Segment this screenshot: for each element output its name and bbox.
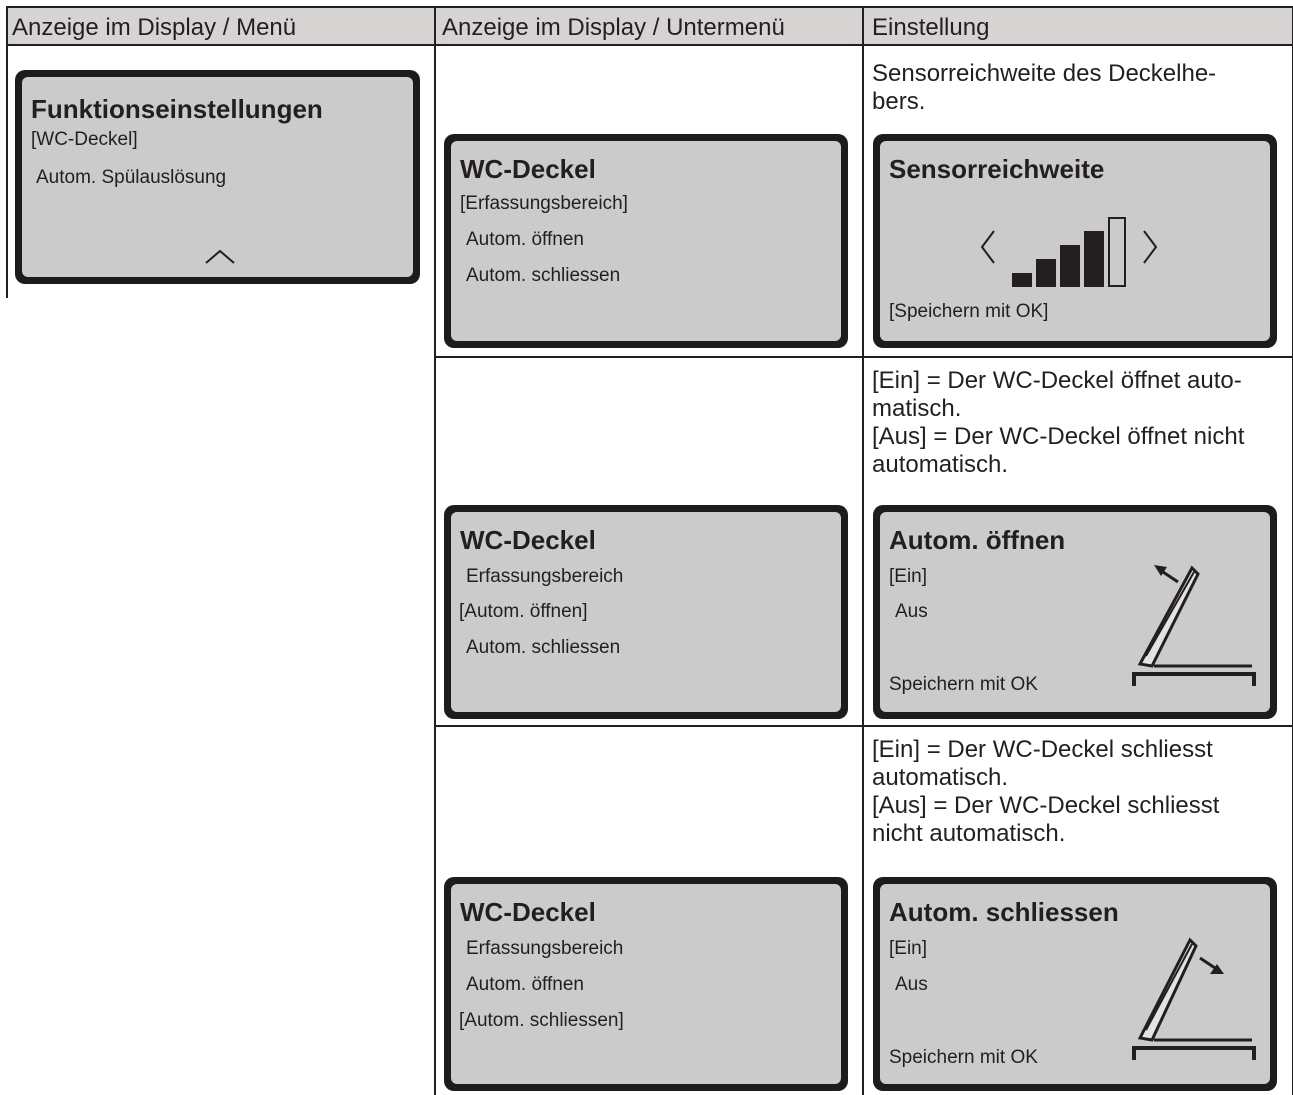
save-hint: Speichern mit OK <box>889 1047 1038 1068</box>
display-title: Funktionseinstellungen <box>31 94 323 124</box>
submenu-item: Erfassungsbereich <box>466 566 624 587</box>
submenu-display: WC-Deckel Erfassungsbereich Autom. öffne… <box>444 877 848 1091</box>
column-header-submenu: Anzeige im Display / Untermenü <box>442 14 785 41</box>
display-title: Autom. schliessen <box>889 897 1119 927</box>
display-title: WC-Deckel <box>460 897 596 927</box>
submenu-item-selected: [Erfassungsbereich] <box>460 193 628 214</box>
setting-description: [Ein] = Der WC-Deckel öffnet auto- matis… <box>872 367 1245 478</box>
setting-display: Autom. schliessen [Ein] Aus Speichern mi… <box>873 877 1277 1091</box>
column-divider <box>862 6 864 1095</box>
main-menu-display: Funktionseinstellungen [WC-Deckel] Autom… <box>15 70 420 284</box>
display-title: WC-Deckel <box>460 154 596 184</box>
sensor-range-level-indicator <box>980 217 1158 287</box>
submenu-item: Erfassungsbereich <box>466 938 624 959</box>
display-title: Autom. öffnen <box>889 525 1066 555</box>
submenu-item: Autom. schliessen <box>466 637 621 658</box>
chevron-up-icon <box>205 249 235 264</box>
setting-display: Sensorreichweite [Speichern mit OK] <box>873 134 1277 348</box>
lid-opening-icon <box>1132 565 1256 686</box>
option: Aus <box>895 974 928 995</box>
column-header-menu: Anzeige im Display / Menü <box>12 14 297 41</box>
table-header-border <box>6 44 1293 46</box>
submenu-display: WC-Deckel [Erfassungsbereich] Autom. öff… <box>444 134 848 348</box>
option-selected: [Ein] <box>889 938 928 959</box>
setting-description: Sensorreichweite des Deckelhe- bers. <box>872 60 1217 115</box>
submenu-item: Autom. schliessen <box>466 265 621 286</box>
submenu-display: WC-Deckel Erfassungsbereich [Autom. öffn… <box>444 505 848 719</box>
setting-display: Autom. öffnen [Ein] Aus Speichern mit OK <box>873 505 1277 719</box>
display-title: WC-Deckel <box>460 525 596 555</box>
submenu-item-selected: [Autom. öffnen] <box>459 601 588 622</box>
level-bar-empty <box>1108 217 1126 287</box>
level-bar <box>1036 259 1056 287</box>
submenu-item: Autom. öffnen <box>466 974 584 995</box>
menu-item: Autom. Spülauslösung <box>36 167 227 188</box>
level-bar <box>1012 273 1032 287</box>
column-divider <box>434 6 436 1095</box>
menu-item-selected: [WC-Deckel] <box>31 129 138 150</box>
level-bar <box>1060 245 1080 287</box>
table-top-border <box>6 6 1293 8</box>
setting-description: [Ein] = Der WC-Deckel schliesst automati… <box>872 736 1220 847</box>
chevron-left-icon[interactable] <box>980 230 995 264</box>
save-hint: [Speichern mit OK] <box>889 301 1049 322</box>
submenu-item-selected: [Autom. schliessen] <box>459 1010 624 1031</box>
level-bar <box>1084 231 1104 287</box>
column-header-setting: Einstellung <box>872 14 990 41</box>
option: Aus <box>895 601 928 622</box>
chevron-right-icon[interactable] <box>1143 230 1158 264</box>
option-selected: [Ein] <box>889 566 928 587</box>
submenu-item: Autom. öffnen <box>466 229 584 250</box>
table-left-border <box>6 6 8 298</box>
lid-closing-icon <box>1132 937 1256 1060</box>
display-title: Sensorreichweite <box>889 154 1105 184</box>
save-hint: Speichern mit OK <box>889 674 1038 695</box>
